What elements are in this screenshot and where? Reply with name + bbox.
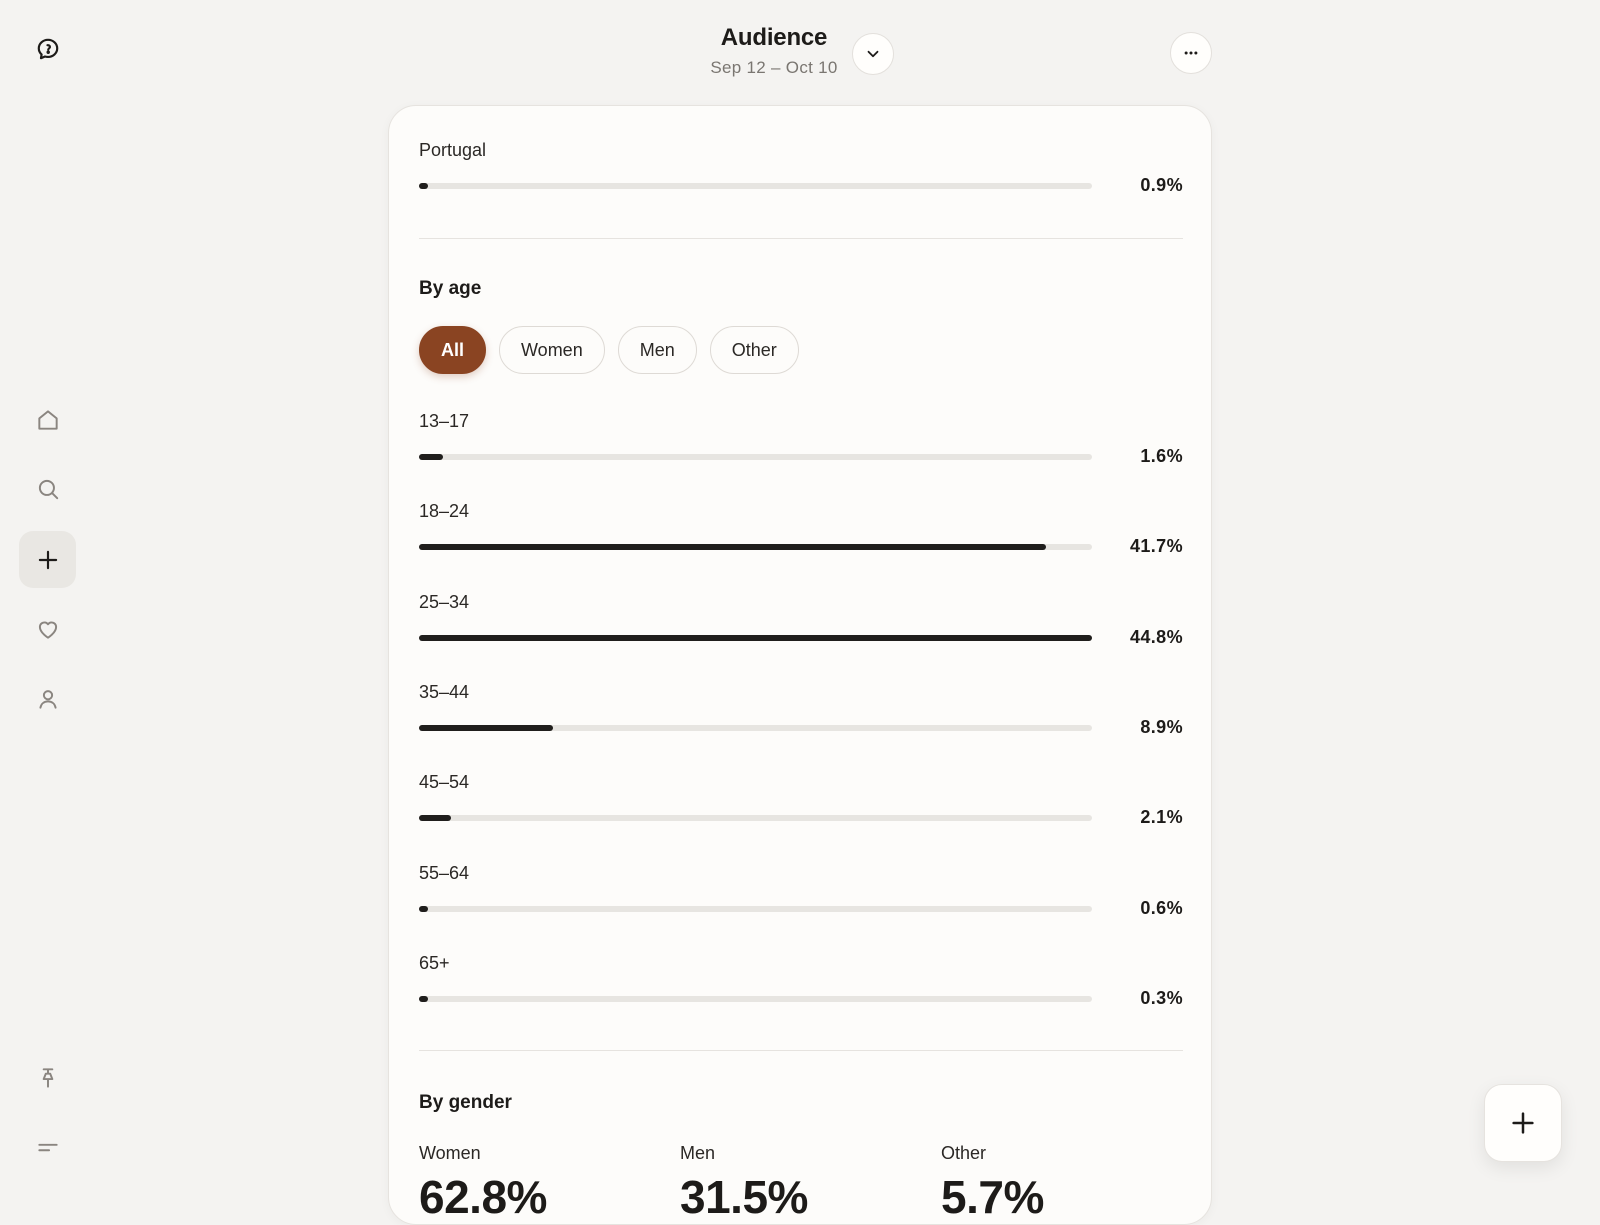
- more-icon: [1184, 51, 1198, 55]
- age-bar-fill: [419, 454, 444, 460]
- home-icon: [37, 409, 58, 430]
- age-row-label: 45–54: [419, 772, 470, 792]
- age-row-value: 8.9%: [1140, 717, 1183, 737]
- menu-icon: [37, 1143, 58, 1151]
- age-bar-fill: [419, 815, 451, 821]
- age-bar-track: [419, 906, 1092, 912]
- filter-women[interactable]: Women: [499, 326, 605, 374]
- age-row-label: 65+: [419, 953, 450, 973]
- age-bar-fill: [419, 906, 428, 912]
- age-row-value: 1.6%: [1140, 446, 1183, 466]
- gender-women: Women 62.8%: [419, 1143, 547, 1224]
- divider: [419, 1050, 1183, 1051]
- age-bar-track: [419, 454, 1092, 460]
- by-age-title: By age: [419, 278, 482, 299]
- nav-profile[interactable]: [19, 670, 76, 727]
- gender-men: Men 31.5%: [680, 1143, 808, 1224]
- more-options-button[interactable]: [1170, 32, 1212, 74]
- pin-icon: [42, 1067, 53, 1088]
- country-label: Portugal: [419, 140, 487, 160]
- gender-label: Men: [680, 1143, 716, 1163]
- age-row-label: 25–34: [419, 592, 470, 612]
- plus-icon: [1512, 1112, 1534, 1134]
- age-row: 45–54 2.1%: [419, 772, 1183, 836]
- nav-home[interactable]: [19, 391, 76, 448]
- gender-value: 5.7%: [941, 1171, 1044, 1223]
- age-bar-fill: [419, 725, 553, 731]
- nav-pin[interactable]: [19, 1049, 76, 1106]
- nav-menu[interactable]: [19, 1118, 76, 1175]
- age-row-label: 13–17: [419, 411, 470, 431]
- audience-card: Portugal 0.9% By age All Women Men Other…: [388, 105, 1212, 1225]
- age-row-value: 0.6%: [1140, 898, 1183, 918]
- gender-other: Other 5.7%: [941, 1143, 1044, 1224]
- age-bar-fill: [419, 996, 428, 1002]
- age-bar-fill: [419, 635, 1092, 641]
- age-bar-track: [419, 996, 1092, 1002]
- age-bar-fill: [419, 544, 1046, 550]
- age-row-label: 18–24: [419, 501, 470, 521]
- plus-icon: [38, 550, 57, 569]
- new-post-button[interactable]: [1484, 1084, 1562, 1162]
- age-row-value: 0.3%: [1140, 988, 1183, 1008]
- age-row: 18–24 41.7%: [419, 501, 1183, 565]
- search-icon: [38, 479, 58, 499]
- sidebar: [0, 0, 96, 1200]
- gender-label: Women: [419, 1143, 481, 1163]
- age-row: 35–44 8.9%: [419, 682, 1183, 746]
- age-row: 65+ 0.3%: [419, 953, 1183, 1017]
- divider: [419, 238, 1183, 239]
- app-logo-icon[interactable]: [19, 20, 76, 77]
- age-row-label: 35–44: [419, 682, 470, 702]
- age-row: 13–17 1.6%: [419, 411, 1183, 475]
- header: Audience Sep 12 – Oct 10: [388, 0, 1212, 100]
- gender-label: Other: [941, 1143, 987, 1163]
- person-icon: [38, 689, 57, 709]
- country-value: 0.9%: [1140, 175, 1183, 195]
- age-row-value: 41.7%: [1129, 536, 1183, 556]
- by-gender-title: By gender: [419, 1092, 512, 1113]
- age-row-value: 44.8%: [1129, 627, 1183, 647]
- age-row: 25–34 44.8%: [419, 592, 1183, 656]
- age-row-label: 55–64: [419, 863, 470, 883]
- age-filter-group: All Women Men Other: [419, 326, 799, 374]
- nav-activity[interactable]: [19, 600, 76, 657]
- filter-other[interactable]: Other: [709, 326, 799, 374]
- country-bar-track: [419, 183, 1092, 189]
- heart-icon: [38, 621, 57, 639]
- nav-create[interactable]: [19, 531, 76, 588]
- gender-value: 62.8%: [419, 1171, 547, 1223]
- age-bar-track: [419, 544, 1092, 550]
- filter-all[interactable]: All: [419, 326, 487, 374]
- nav-search[interactable]: [19, 460, 76, 517]
- age-row-value: 2.1%: [1140, 807, 1183, 827]
- filter-men[interactable]: Men: [617, 326, 697, 374]
- age-bar-track: [419, 635, 1092, 641]
- age-bar-track: [419, 725, 1092, 731]
- gender-value: 31.5%: [680, 1171, 808, 1223]
- age-bar-track: [419, 815, 1092, 821]
- date-range-dropdown-button[interactable]: [852, 33, 894, 75]
- country-bar-fill: [419, 183, 428, 189]
- chevron-down-icon: [867, 50, 879, 58]
- country-row: Portugal 0.9%: [419, 140, 1183, 204]
- age-row: 55–64 0.6%: [419, 863, 1183, 927]
